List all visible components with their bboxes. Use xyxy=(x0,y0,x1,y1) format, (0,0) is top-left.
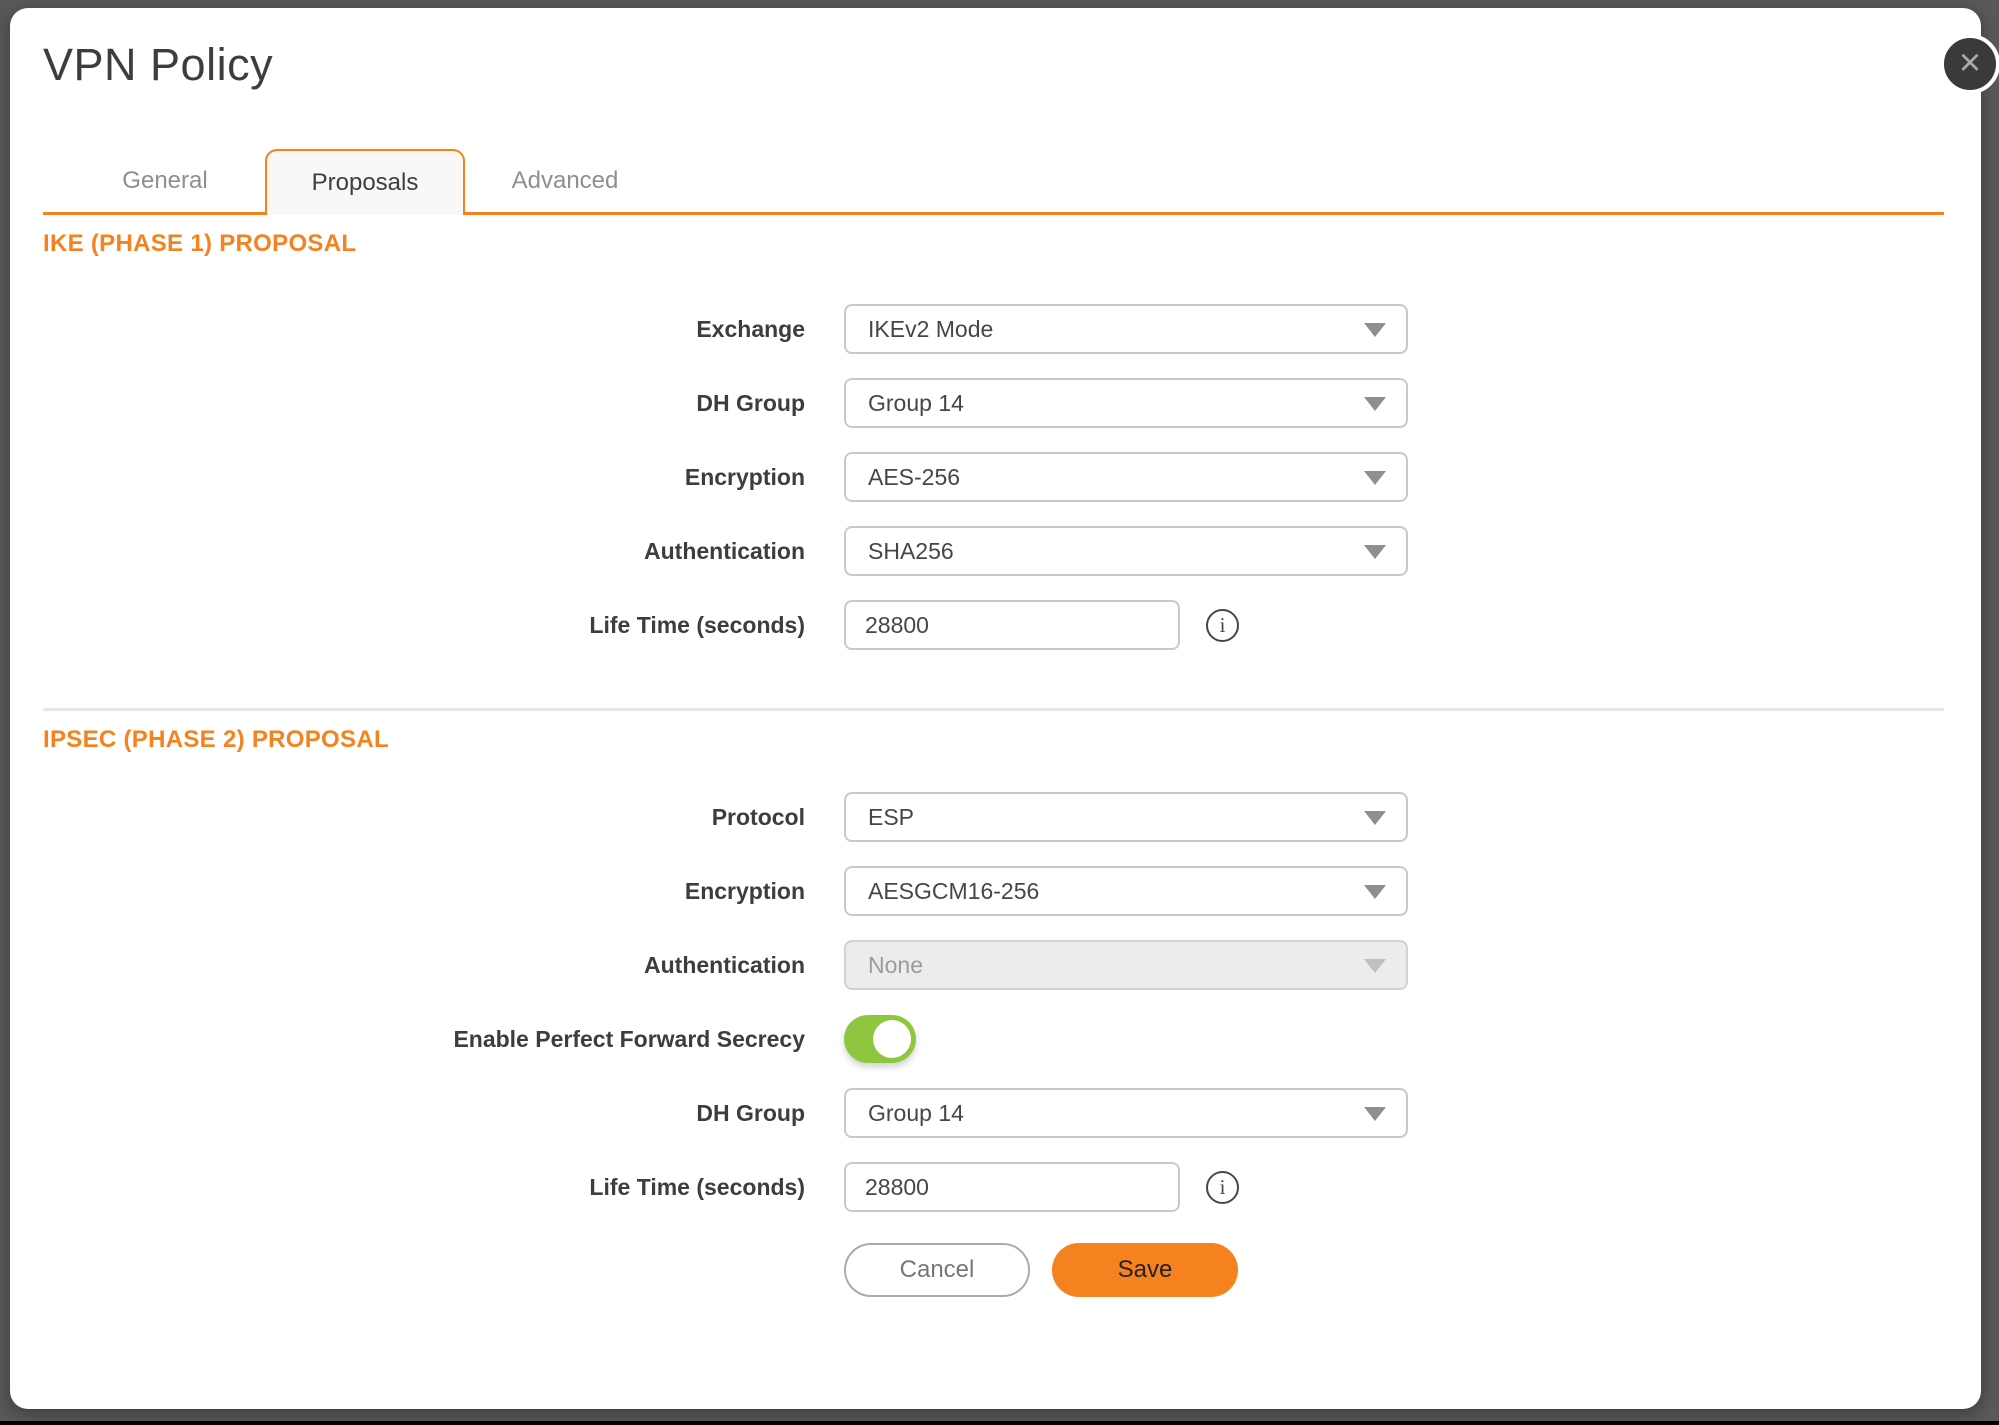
tab-bar: General Proposals Advanced xyxy=(43,149,1944,215)
select-value: Group 14 xyxy=(868,1100,964,1127)
protocol-select[interactable]: ESP xyxy=(844,792,1408,842)
field-label: DH Group xyxy=(43,390,805,417)
field-label: Life Time (seconds) xyxy=(43,612,805,639)
chevron-down-icon xyxy=(1364,397,1386,411)
save-button[interactable]: Save xyxy=(1052,1243,1238,1297)
select-value: AES-256 xyxy=(868,464,960,491)
field-label: Exchange xyxy=(43,316,805,343)
authentication-select-phase1[interactable]: SHA256 xyxy=(844,526,1408,576)
select-value: None xyxy=(868,952,923,979)
form-row-protocol: Protocol ESP xyxy=(43,792,1944,842)
pfs-toggle[interactable] xyxy=(844,1015,916,1063)
dialog-footer: Cancel Save xyxy=(844,1243,1944,1297)
dh-group-select-phase1[interactable]: Group 14 xyxy=(844,378,1408,428)
form-row-pfs: Enable Perfect Forward Secrecy xyxy=(43,1014,1944,1064)
vpn-policy-dialog: VPN Policy General Proposals Advanced IK… xyxy=(10,8,1981,1409)
toggle-knob xyxy=(873,1020,911,1058)
exchange-select[interactable]: IKEv2 Mode xyxy=(844,304,1408,354)
form-row-dh-group-phase2: DH Group Group 14 xyxy=(43,1088,1944,1138)
chevron-down-icon xyxy=(1364,959,1386,973)
chevron-down-icon xyxy=(1364,471,1386,485)
form-row-encryption-phase2: Encryption AESGCM16-256 xyxy=(43,866,1944,916)
phase2-form: Protocol ESP Encryption AESGCM16-256 xyxy=(43,792,1944,1212)
phase1-form: Exchange IKEv2 Mode DH Group Group 14 xyxy=(43,304,1944,650)
field-label: Encryption xyxy=(43,878,805,905)
select-value: SHA256 xyxy=(868,538,954,565)
section-divider xyxy=(43,708,1944,711)
field-label: Life Time (seconds) xyxy=(43,1174,805,1201)
field-label: Authentication xyxy=(43,952,805,979)
tab-proposals[interactable]: Proposals xyxy=(265,149,465,215)
life-time-input-phase1[interactable] xyxy=(844,600,1180,650)
chevron-down-icon xyxy=(1364,811,1386,825)
info-icon[interactable]: i xyxy=(1206,1171,1239,1204)
authentication-select-phase2: None xyxy=(844,940,1408,990)
close-icon[interactable]: × xyxy=(1940,34,1999,94)
chevron-down-icon xyxy=(1364,885,1386,899)
form-row-encryption: Encryption AES-256 xyxy=(43,452,1944,502)
select-value: IKEv2 Mode xyxy=(868,316,993,343)
chevron-down-icon xyxy=(1364,323,1386,337)
dh-group-select-phase2[interactable]: Group 14 xyxy=(844,1088,1408,1138)
field-label: DH Group xyxy=(43,1100,805,1127)
form-row-authentication-phase2: Authentication None xyxy=(43,940,1944,990)
encryption-select-phase1[interactable]: AES-256 xyxy=(844,452,1408,502)
field-label: Enable Perfect Forward Secrecy xyxy=(43,1026,805,1053)
cancel-button[interactable]: Cancel xyxy=(844,1243,1030,1297)
page-title: VPN Policy xyxy=(43,38,1944,92)
select-value: Group 14 xyxy=(868,390,964,417)
select-value: AESGCM16-256 xyxy=(868,878,1039,905)
field-label: Authentication xyxy=(43,538,805,565)
info-icon[interactable]: i xyxy=(1206,609,1239,642)
section-heading-ike-phase1: IKE (PHASE 1) PROPOSAL xyxy=(43,229,1944,259)
form-row-life-time: Life Time (seconds) i xyxy=(43,600,1944,650)
life-time-input-phase2[interactable] xyxy=(844,1162,1180,1212)
field-label: Encryption xyxy=(43,464,805,491)
select-value: ESP xyxy=(868,804,914,831)
chevron-down-icon xyxy=(1364,545,1386,559)
form-row-dh-group: DH Group Group 14 xyxy=(43,378,1944,428)
tab-advanced[interactable]: Advanced xyxy=(465,149,665,212)
chevron-down-icon xyxy=(1364,1107,1386,1121)
section-heading-ipsec-phase2: IPSEC (PHASE 2) PROPOSAL xyxy=(43,725,1944,755)
field-label: Protocol xyxy=(43,804,805,831)
form-row-exchange: Exchange IKEv2 Mode xyxy=(43,304,1944,354)
form-row-authentication: Authentication SHA256 xyxy=(43,526,1944,576)
form-row-life-time-phase2: Life Time (seconds) i xyxy=(43,1162,1944,1212)
tab-general[interactable]: General xyxy=(65,149,265,212)
encryption-select-phase2[interactable]: AESGCM16-256 xyxy=(844,866,1408,916)
